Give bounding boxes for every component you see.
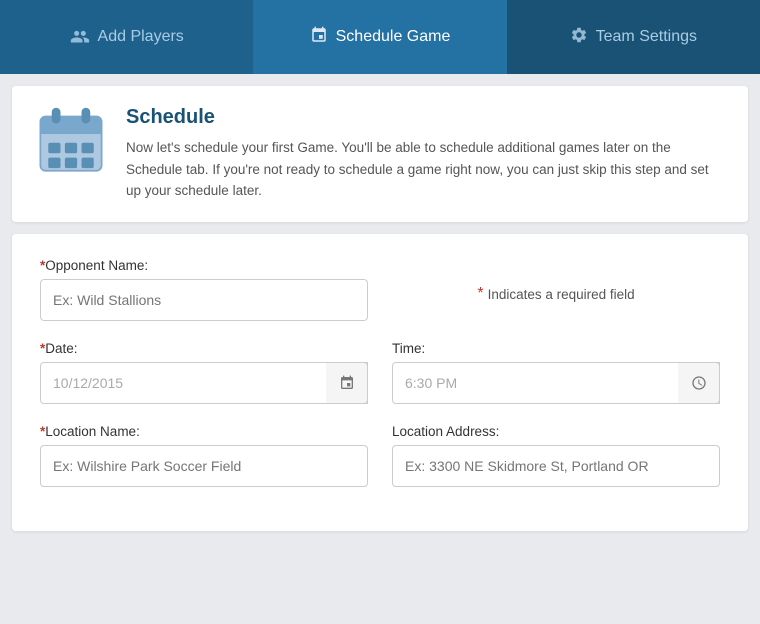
- location-address-input-wrapper: [392, 445, 720, 487]
- tab-team-settings[interactable]: Team Settings: [507, 0, 760, 74]
- location-name-col: *Location Name:: [40, 424, 368, 487]
- required-note: * Indicates a required field: [392, 258, 720, 321]
- banner-description: Now let's schedule your first Game. You'…: [126, 137, 724, 202]
- team-settings-icon: [570, 26, 588, 49]
- calendar-picker-icon[interactable]: [326, 362, 368, 404]
- date-input-wrapper: [40, 362, 368, 404]
- nav-tabs: Add Players Schedule Game Team Settings: [0, 0, 760, 74]
- time-label: Time:: [392, 341, 720, 356]
- location-address-input[interactable]: [392, 445, 720, 487]
- banner-title: Schedule: [126, 106, 724, 129]
- info-banner: Schedule Now let's schedule your first G…: [12, 86, 748, 222]
- calendar-large-icon: [36, 106, 106, 176]
- opponent-input[interactable]: [40, 279, 368, 321]
- date-time-row: *Date: Time:: [40, 341, 720, 404]
- required-note-col: * Indicates a required field: [392, 258, 720, 321]
- tab-team-settings-label: Team Settings: [596, 28, 697, 46]
- tab-schedule-game-label: Schedule Game: [336, 28, 451, 46]
- location-name-input-wrapper: [40, 445, 368, 487]
- location-address-label: Location Address:: [392, 424, 720, 439]
- location-address-col: Location Address:: [392, 424, 720, 487]
- opponent-row: *Opponent Name: * Indicates a required f…: [40, 258, 720, 321]
- location-name-label: *Location Name:: [40, 424, 368, 439]
- tab-add-players-label: Add Players: [98, 28, 184, 46]
- time-input[interactable]: [392, 362, 720, 404]
- location-name-input[interactable]: [40, 445, 368, 487]
- clock-picker-icon[interactable]: [678, 362, 720, 404]
- opponent-input-wrapper: [40, 279, 368, 321]
- location-row: *Location Name: Location Address:: [40, 424, 720, 487]
- time-col: Time:: [392, 341, 720, 404]
- date-label: *Date:: [40, 341, 368, 356]
- opponent-col: *Opponent Name:: [40, 258, 368, 321]
- info-text: Schedule Now let's schedule your first G…: [126, 106, 724, 202]
- form-section: *Opponent Name: * Indicates a required f…: [12, 234, 748, 531]
- required-star-icon: *: [477, 285, 483, 303]
- tab-add-players[interactable]: Add Players: [0, 0, 253, 74]
- time-input-wrapper: [392, 362, 720, 404]
- tab-schedule-game[interactable]: Schedule Game: [253, 0, 506, 74]
- schedule-game-icon: [310, 26, 328, 49]
- add-players-icon: [70, 26, 90, 49]
- date-input[interactable]: [40, 362, 368, 404]
- date-col: *Date:: [40, 341, 368, 404]
- opponent-label: *Opponent Name:: [40, 258, 368, 273]
